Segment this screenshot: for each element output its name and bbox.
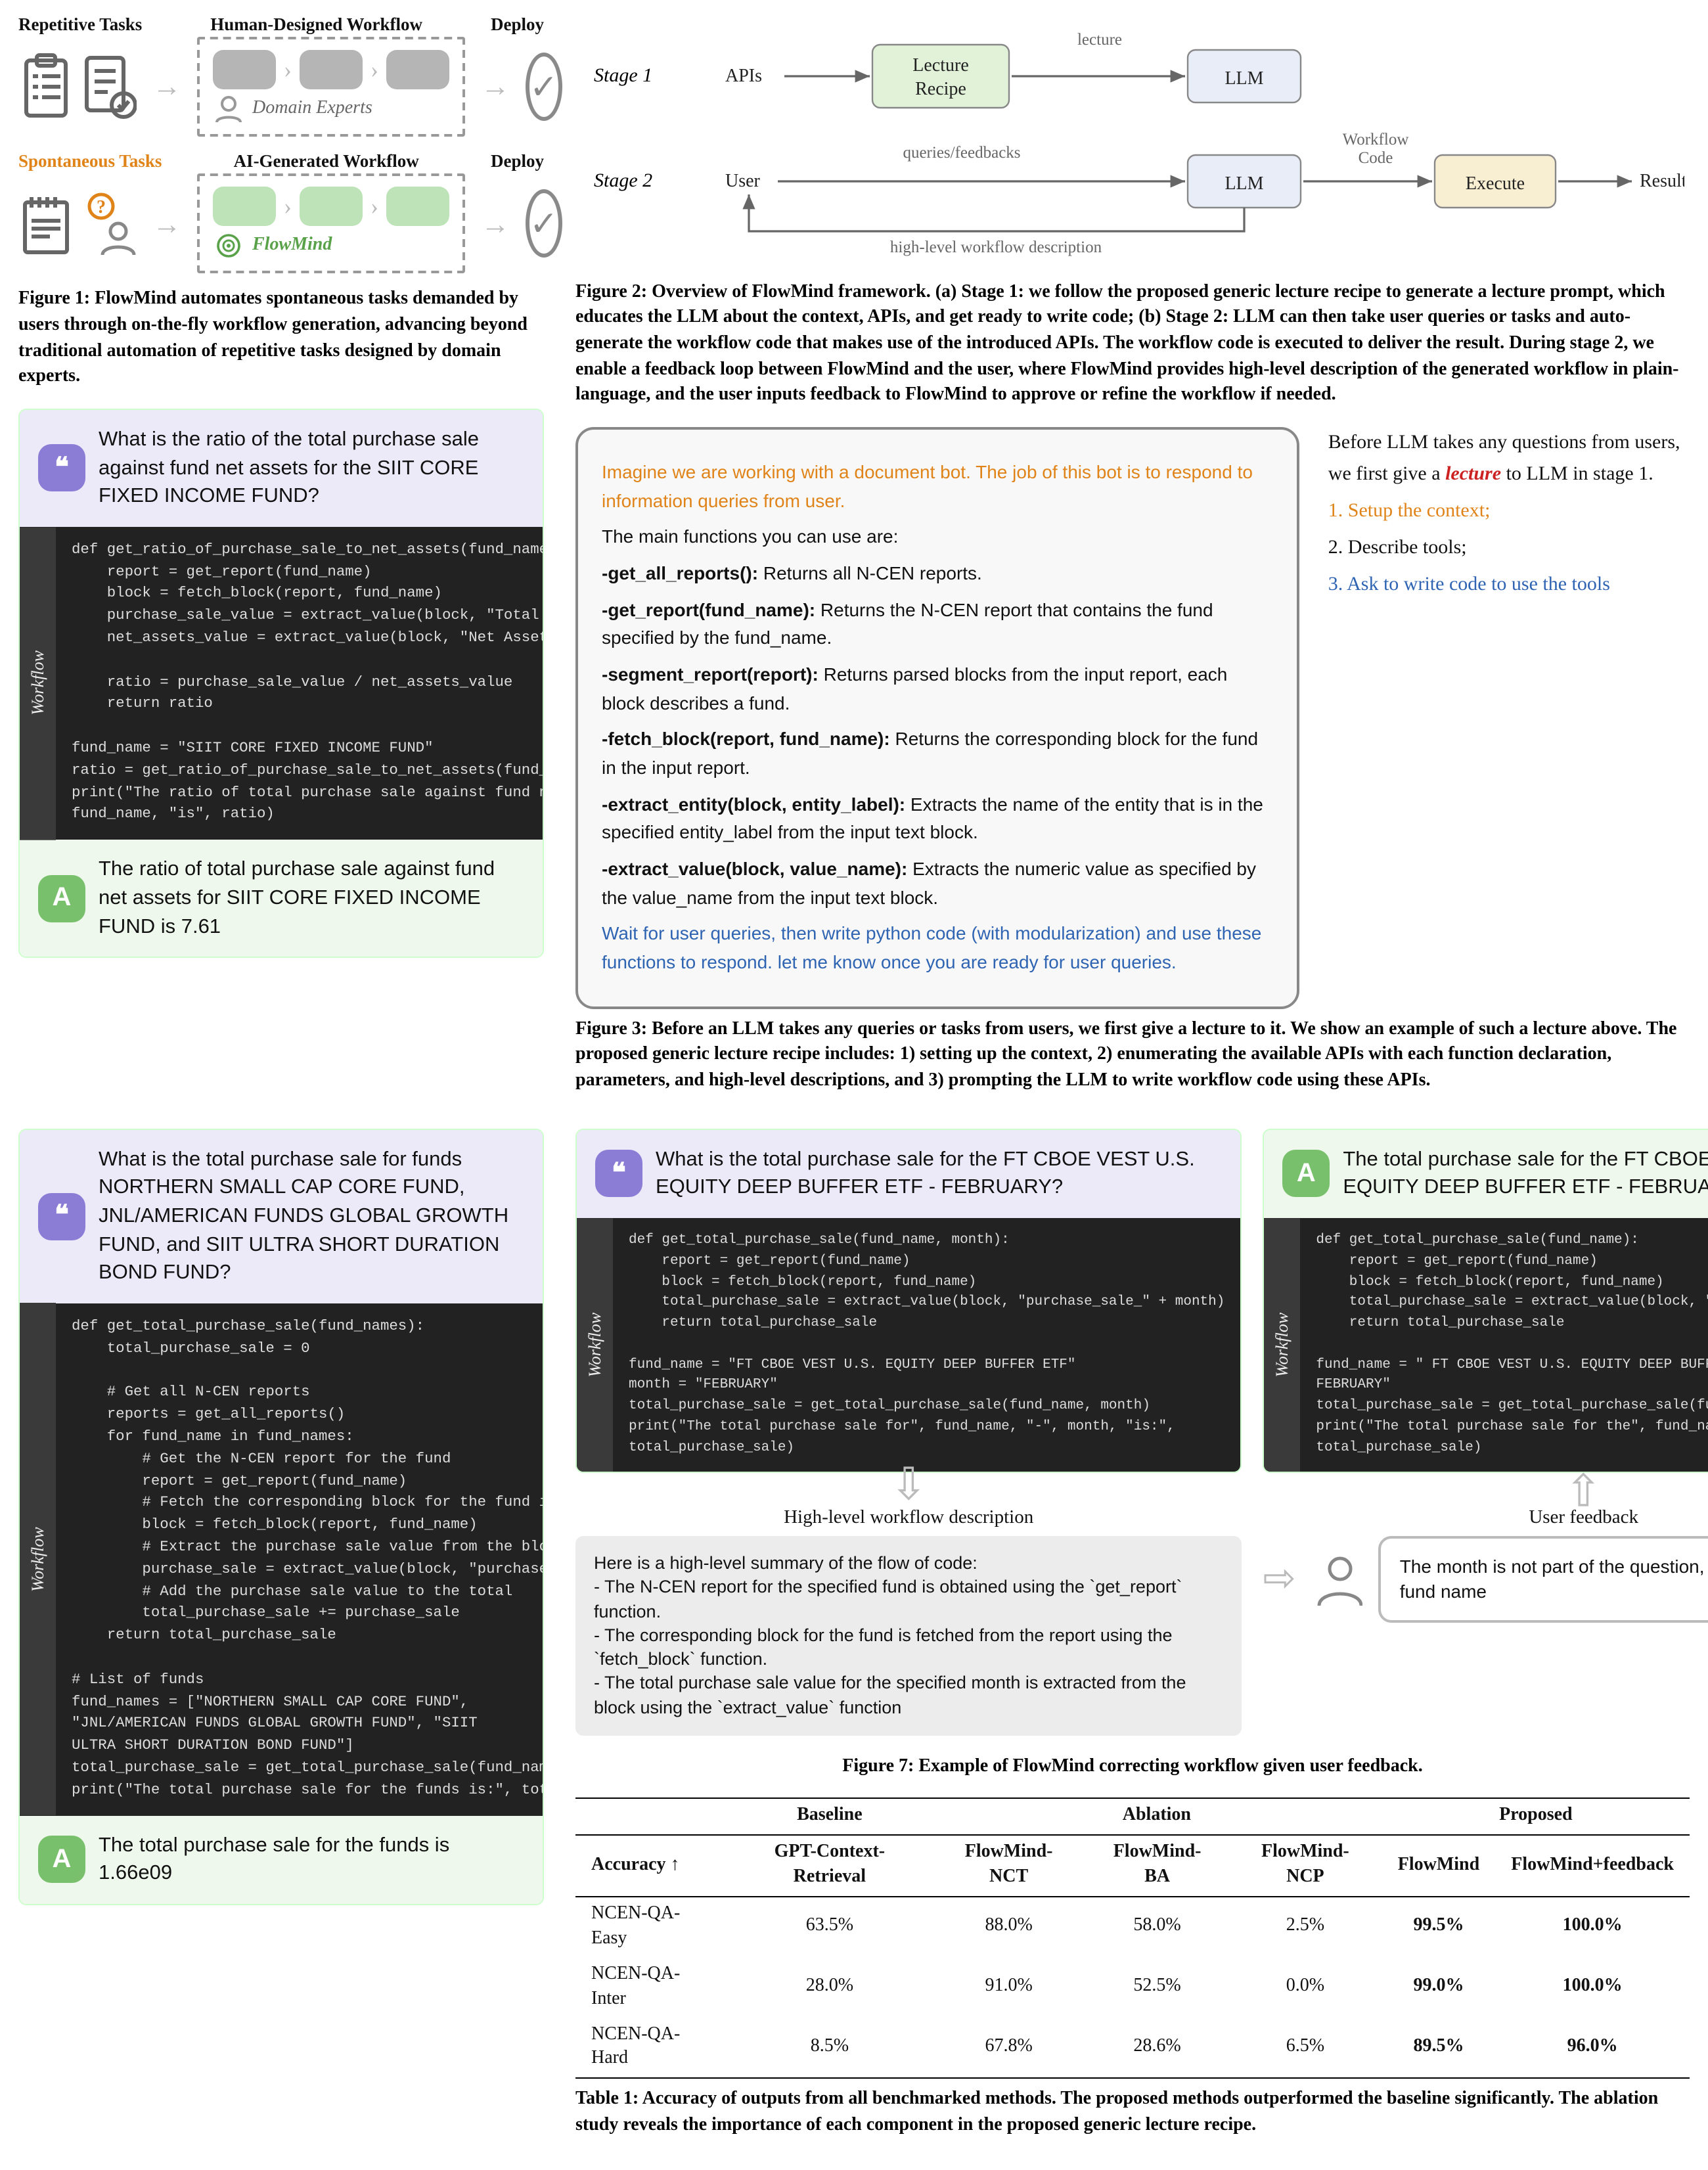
fig7-left-code: def get_total_purchase_sale(fund_name, m… xyxy=(613,1218,1240,1472)
step-2: 2. Describe tools; xyxy=(1328,532,1690,564)
figure-3-caption: Figure 3: Before an LLM takes any querie… xyxy=(575,1017,1690,1095)
workflow-side-label: Workflow xyxy=(1264,1218,1300,1472)
qa1-code: def get_ratio_of_purchase_sale_to_net_as… xyxy=(56,527,543,840)
fig1-label-deploy2: Deploy xyxy=(491,150,544,173)
ai-workflow-box: ›› FlowMind xyxy=(197,174,465,274)
fig1-label-humanwf: Human-Designed Workflow xyxy=(210,13,422,37)
fb-title: User feedback xyxy=(1263,1505,1708,1531)
figure-1: Repetitive Tasks Human-Designed Workflow… xyxy=(18,13,544,274)
svg-text:Lecture: Lecture xyxy=(912,55,969,76)
col-ablation: Ablation xyxy=(932,1799,1382,1836)
figure-2-caption: Figure 2: Overview of FlowMind framework… xyxy=(575,280,1690,409)
qa1-answer: The ratio of total purchase sale against… xyxy=(99,855,524,941)
qa2-question: What is the total purchase sale for fund… xyxy=(99,1145,524,1288)
question-icon: ❝ xyxy=(38,445,85,492)
svg-text:Workflow: Workflow xyxy=(1343,131,1409,148)
table-row: NCEN-QA-Inter 28.0% 91.0% 52.5% 0.0% 99.… xyxy=(575,1958,1690,2018)
workflow-side-label: Workflow xyxy=(20,1303,56,1815)
table-row: NCEN-QA-Hard 8.5% 67.8% 28.6% 6.5% 89.5%… xyxy=(575,2018,1690,2079)
human-workflow-box: ›› Domain Experts xyxy=(197,37,465,137)
fig1-label-spontaneous: Spontaneous Tasks xyxy=(18,150,162,173)
lecture-label: lecture xyxy=(1077,31,1122,49)
table-row: NCEN-QA-Easy 63.5% 88.0% 58.0% 2.5% 99.5… xyxy=(575,1897,1690,1958)
flowmind-label: FlowMind xyxy=(252,234,332,259)
deploy-check-icon: ✓ xyxy=(526,53,562,121)
fig7-right-code: def get_total_purchase_sale(fund_name): … xyxy=(1300,1218,1708,1472)
flowmind-icon xyxy=(213,232,244,261)
up-arrow-icon: ⇩ xyxy=(1263,1474,1708,1501)
loop-label: high-level workflow description xyxy=(890,238,1102,256)
user-icon xyxy=(1312,1550,1363,1608)
qa1-question: What is the ratio of the total purchase … xyxy=(99,426,524,511)
stage2-label: Stage 2 xyxy=(594,170,652,191)
question-user-icon: ? xyxy=(81,190,137,258)
figure-7: ❝ What is the total purchase sale for th… xyxy=(575,1128,1690,1735)
expert-icon xyxy=(213,95,244,124)
user-label: User xyxy=(725,171,761,191)
arrow-icon: → xyxy=(152,68,181,106)
clipboard-icon xyxy=(18,53,74,121)
stage1-label: Stage 1 xyxy=(594,64,652,86)
fig1-label-aiwf: AI-Generated Workflow xyxy=(234,150,419,173)
table-1: Baseline Ablation Proposed Accuracy ↑ GP… xyxy=(575,1798,1690,2079)
col-proposed: Proposed xyxy=(1382,1799,1690,1836)
lecture-context: Imagine we are working with a document b… xyxy=(602,459,1273,516)
spontaneous-icons: ? xyxy=(18,190,137,258)
svg-text:LLM: LLM xyxy=(1225,68,1263,89)
deploy-check-icon: ✓ xyxy=(526,190,562,258)
svg-text:Result: Result xyxy=(1640,171,1684,191)
answer-icon: A xyxy=(1282,1150,1330,1198)
svg-text:Execute: Execute xyxy=(1466,173,1525,194)
answer-icon: A xyxy=(38,875,85,922)
table-1-caption: Table 1: Accuracy of outputs from all be… xyxy=(575,2087,1690,2138)
step-1: 1. Setup the context; xyxy=(1328,495,1690,527)
arrow-icon: → xyxy=(481,204,510,243)
workflow-side-label: Workflow xyxy=(20,527,56,840)
queries-label: queries/feedbacks xyxy=(903,144,1020,162)
question-icon: ❝ xyxy=(595,1150,642,1198)
desc-title: High-level workflow description xyxy=(575,1505,1242,1531)
accuracy-label: Accuracy ↑ xyxy=(575,1835,728,1897)
clipboard-icons xyxy=(18,53,137,121)
feedback-bubble: The month is not part of the question, i… xyxy=(1379,1536,1708,1623)
fig7-left-q: What is the total purchase sale for the … xyxy=(656,1145,1222,1202)
desc-card: Here is a high-level summary of the flow… xyxy=(575,1536,1242,1735)
lecture-prompt: Wait for user queries, then write python… xyxy=(602,920,1273,978)
apis-label: APIs xyxy=(725,66,762,86)
fig1-label-deploy1: Deploy xyxy=(491,13,544,37)
svg-text:Code: Code xyxy=(1359,149,1393,167)
figure-1-caption: Figure 1: FlowMind automates spontaneous… xyxy=(18,287,544,390)
down-arrow-icon: ⇩ xyxy=(575,1474,1242,1501)
domain-experts-label: Domain Experts xyxy=(252,97,372,122)
fig1-label-repetitive: Repetitive Tasks xyxy=(18,13,142,37)
col-baseline: Baseline xyxy=(728,1799,932,1836)
svg-text:Recipe: Recipe xyxy=(915,79,966,99)
doc-check-icon xyxy=(81,53,137,121)
fig7-right-a: The total purchase sale for the FT CBOE … xyxy=(1343,1145,1708,1202)
answer-icon: A xyxy=(38,1836,85,1884)
lecture-intro: The main functions you can use are: xyxy=(602,523,1273,551)
svg-text:?: ? xyxy=(97,198,106,218)
lecture-card: Imagine we are working with a document b… xyxy=(575,427,1299,1009)
workflow-side-label: Workflow xyxy=(577,1218,613,1472)
figure-2: Stage 1 APIs Lecture Recipe lecture LLM … xyxy=(575,13,1690,272)
qa-panel-1: ❝ What is the ratio of the total purchas… xyxy=(18,409,544,959)
svg-text:LLM: LLM xyxy=(1225,173,1263,194)
figure-7-caption: Figure 7: Example of FlowMind correcting… xyxy=(575,1754,1690,1780)
step-3: 3. Ask to write code to use the tools xyxy=(1328,569,1690,600)
notepad-icon xyxy=(18,190,74,258)
figure-3: Imagine we are working with a document b… xyxy=(575,427,1690,1009)
qa-panel-2: ❝ What is the total purchase sale for fu… xyxy=(18,1128,544,1905)
qa2-answer: The total purchase sale for the funds is… xyxy=(99,1831,524,1888)
qa2-code: def get_total_purchase_sale(fund_names):… xyxy=(56,1303,543,1815)
arrow-icon: → xyxy=(152,204,181,243)
right-arrow-icon: ⇨ xyxy=(1263,1553,1295,1606)
question-icon: ❝ xyxy=(38,1193,85,1240)
arrow-icon: → xyxy=(481,68,510,106)
lecture-recipe-steps: Before LLM takes any questions from user… xyxy=(1328,427,1690,606)
